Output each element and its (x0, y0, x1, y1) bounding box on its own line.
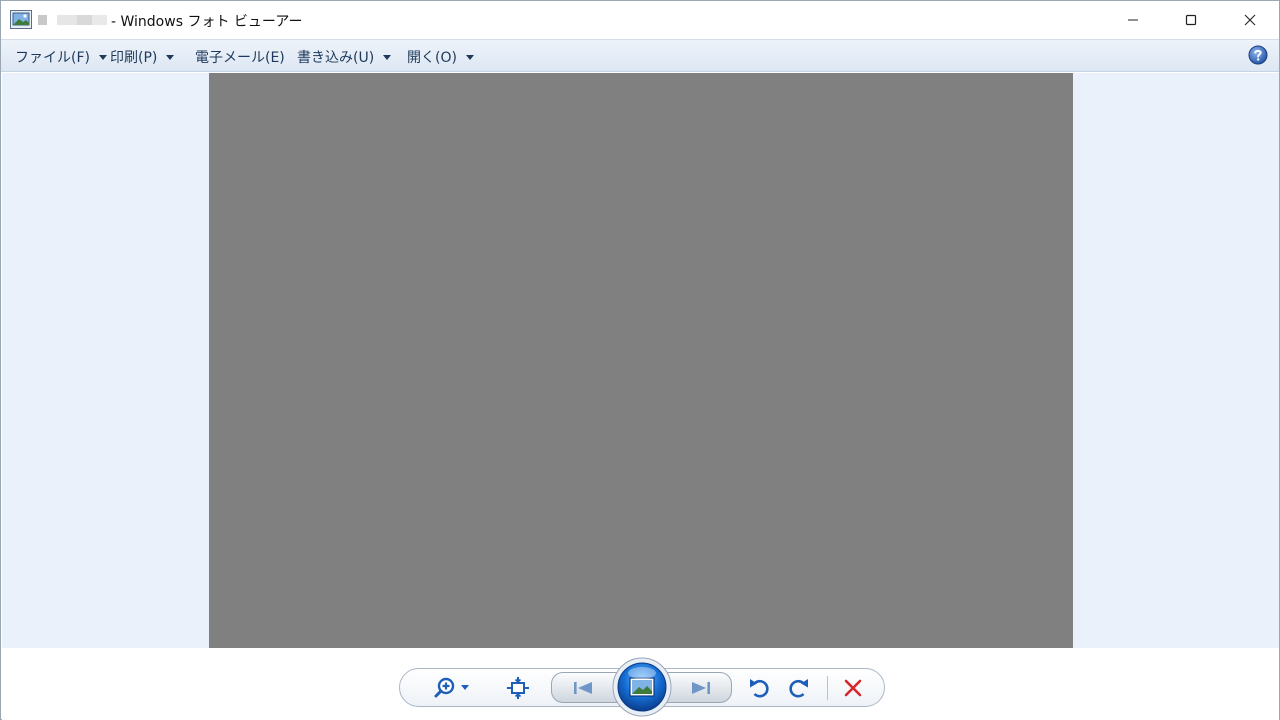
menu-email-label: 電子メール(E) (195, 50, 285, 66)
rotate-left-button[interactable] (746, 676, 772, 700)
delete-button[interactable] (841, 676, 865, 700)
delete-icon (844, 679, 862, 697)
slideshow-icon (612, 657, 672, 717)
menu-file-label: ファイル(F) (15, 50, 90, 66)
toolbar-separator (827, 676, 828, 700)
previous-button[interactable] (570, 678, 596, 698)
chevron-down-icon (465, 54, 474, 60)
zoom-icon (434, 677, 469, 698)
chevron-down-icon (166, 54, 175, 60)
rotate-right-button[interactable] (786, 676, 812, 700)
menu-burn-label: 書き込み(U) (297, 50, 375, 66)
close-icon (1244, 14, 1256, 26)
minimize-icon (1128, 19, 1138, 21)
maximize-button[interactable] (1162, 1, 1220, 39)
fit-to-window-button[interactable] (506, 676, 530, 700)
displayed-photo (209, 73, 1073, 648)
help-icon[interactable] (1248, 45, 1268, 65)
slideshow-button[interactable] (612, 657, 672, 717)
image-viewer-area (2, 73, 1279, 648)
close-button[interactable] (1221, 1, 1279, 39)
menu-file[interactable]: ファイル(F) (15, 47, 107, 67)
title-bar: - Windows フォト ビューアー (1, 1, 1279, 39)
menu-open-label: 開く(O) (407, 50, 457, 66)
photo-viewer-app-icon (10, 10, 32, 29)
menu-burn[interactable]: 書き込み(U) (297, 47, 392, 67)
chevron-down-icon (383, 54, 392, 60)
menu-print-label: 印刷(P) (110, 50, 158, 66)
fit-to-window-icon (507, 677, 529, 699)
maximize-icon (1185, 14, 1197, 26)
previous-icon (574, 682, 592, 694)
next-icon (692, 682, 710, 694)
chevron-down-icon (98, 54, 107, 60)
menu-bar: ファイル(F) 印刷(P) 電子メール(E) 書き込み(U) 開く(O) (1, 39, 1279, 72)
rotate-right-icon (789, 679, 808, 698)
blurred-filename (57, 15, 107, 25)
menu-email[interactable]: 電子メール(E) (195, 47, 285, 67)
menu-open[interactable]: 開く(O) (407, 47, 474, 67)
zoom-button[interactable] (432, 676, 472, 700)
control-bar (2, 648, 1279, 720)
photo-viewer-window: - Windows フォト ビューアー ファイル(F) 印刷(P) 電子メール(… (0, 0, 1280, 720)
minimize-button[interactable] (1104, 1, 1162, 39)
window-title: - Windows フォト ビューアー (111, 14, 303, 30)
next-button[interactable] (688, 678, 714, 698)
rotate-left-icon (750, 679, 769, 698)
menu-print[interactable]: 印刷(P) (110, 47, 175, 67)
blurred-filename (38, 15, 47, 25)
